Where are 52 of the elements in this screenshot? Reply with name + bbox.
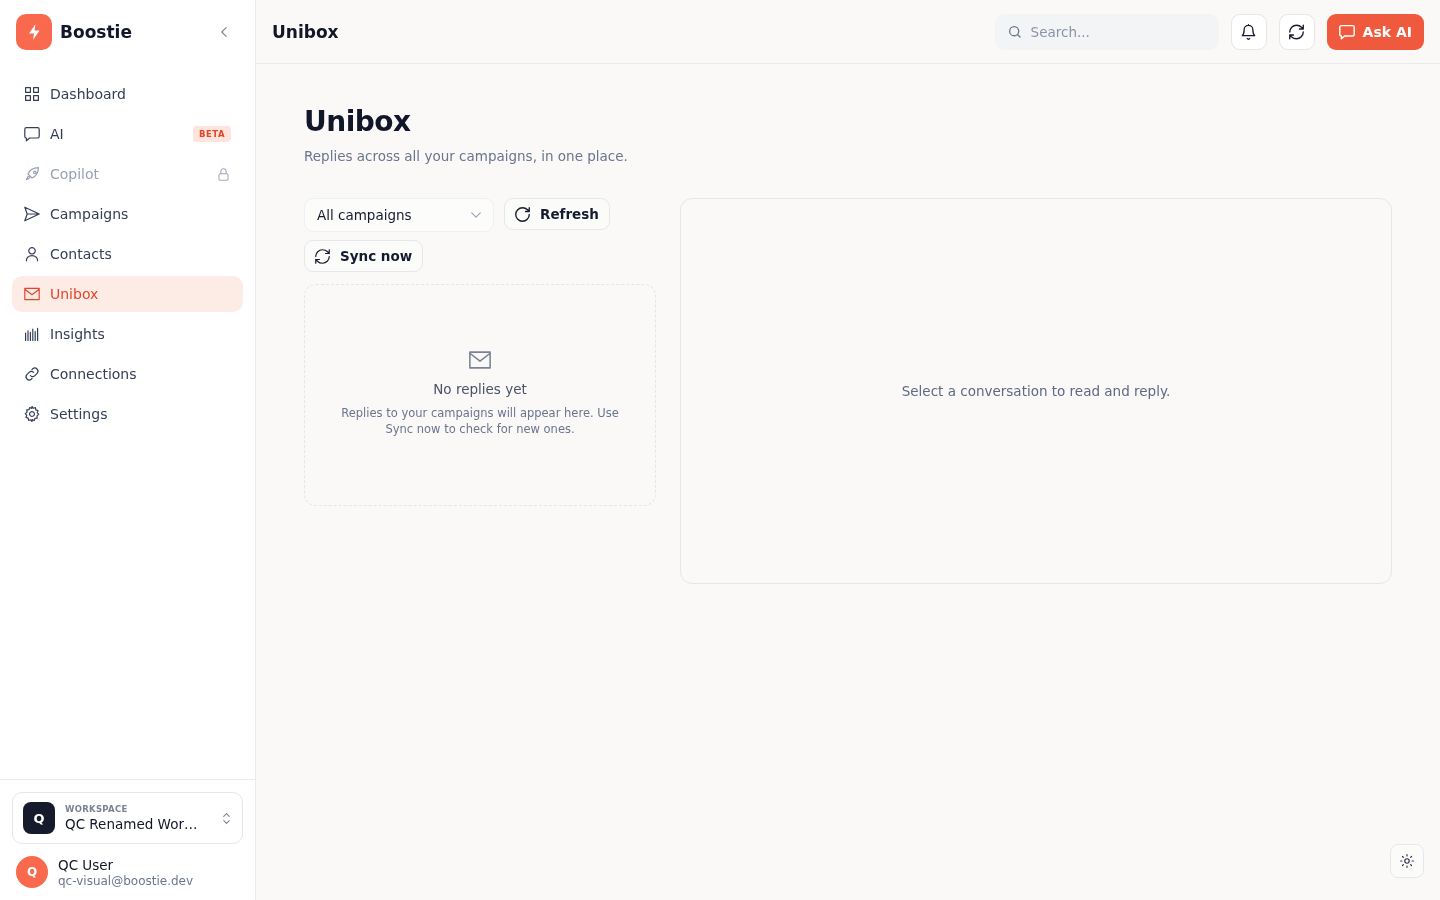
workspace-switcher[interactable]: Q WORKSPACE QC Renamed Wor… <box>12 792 243 844</box>
chevron-up-down-icon <box>223 812 230 824</box>
chevron-left-icon[interactable] <box>221 27 227 37</box>
bell-icon <box>1241 23 1257 40</box>
beta-badge: BETA <box>193 126 231 142</box>
notifications-button[interactable] <box>1230 13 1267 50</box>
theme-toggle-button[interactable] <box>1390 844 1424 878</box>
nav-item[interactable]: Campaigns <box>12 196 243 232</box>
caret-down-icon <box>471 212 481 218</box>
settings-icon <box>24 406 40 422</box>
conversation-message: Select a conversation to read and reply. <box>901 383 1171 399</box>
bolt-logo-icon <box>16 14 52 50</box>
grid-icon <box>24 86 40 102</box>
empty-state-title: No replies yet <box>433 381 527 397</box>
page-title: Unibox <box>304 104 411 140</box>
workspace-avatar: Q <box>23 802 55 834</box>
envelope-icon <box>468 351 492 369</box>
link-icon <box>24 366 40 382</box>
rocket-icon <box>24 166 40 182</box>
envelope-icon <box>24 286 40 302</box>
header-title: Unibox <box>272 21 339 42</box>
search-field[interactable]: Search... <box>994 13 1219 50</box>
person-icon <box>24 246 40 262</box>
workspace-label: WORKSPACE <box>65 804 129 814</box>
chat-bubble-icon <box>24 126 40 142</box>
sync-icon <box>1289 23 1305 40</box>
refresh-button[interactable]: Refresh <box>504 198 610 230</box>
nav-item[interactable]: Unibox <box>12 276 243 312</box>
bar-chart-icon <box>24 326 40 342</box>
nav-item[interactable]: AI BETA <box>12 116 243 152</box>
user-email: qc-visual@boostie.dev <box>58 873 194 888</box>
campaign-select[interactable]: All campaigns <box>304 198 494 232</box>
sync-header-button[interactable] <box>1278 13 1315 50</box>
nav-item[interactable]: Contacts <box>12 236 243 272</box>
workspace-name: QC Renamed Wor… <box>65 816 198 832</box>
lock-icon <box>218 167 229 181</box>
paper-plane-icon <box>24 206 40 222</box>
empty-state-text: Replies to your campaigns will appear here. Use Sync now to check for new ones. <box>340 405 620 437</box>
sync-icon <box>315 248 330 264</box>
user-avatar: Q <box>16 856 48 888</box>
page-subtitle: Replies across all your campaigns, in one place. <box>304 147 628 166</box>
refresh-icon <box>515 206 530 222</box>
search-icon <box>1008 25 1021 38</box>
nav-item[interactable]: Connections <box>12 356 243 392</box>
chat-bubble-icon <box>1338 23 1355 40</box>
sync-button[interactable]: Sync now <box>304 240 424 272</box>
user-name: QC User <box>58 856 115 873</box>
nav-item[interactable]: Dashboard <box>12 76 243 112</box>
sun-icon <box>1400 854 1414 868</box>
nav-item[interactable]: Settings <box>12 396 243 432</box>
brand-name: Boostie <box>60 22 132 42</box>
nav-item[interactable]: Insights <box>12 316 243 352</box>
